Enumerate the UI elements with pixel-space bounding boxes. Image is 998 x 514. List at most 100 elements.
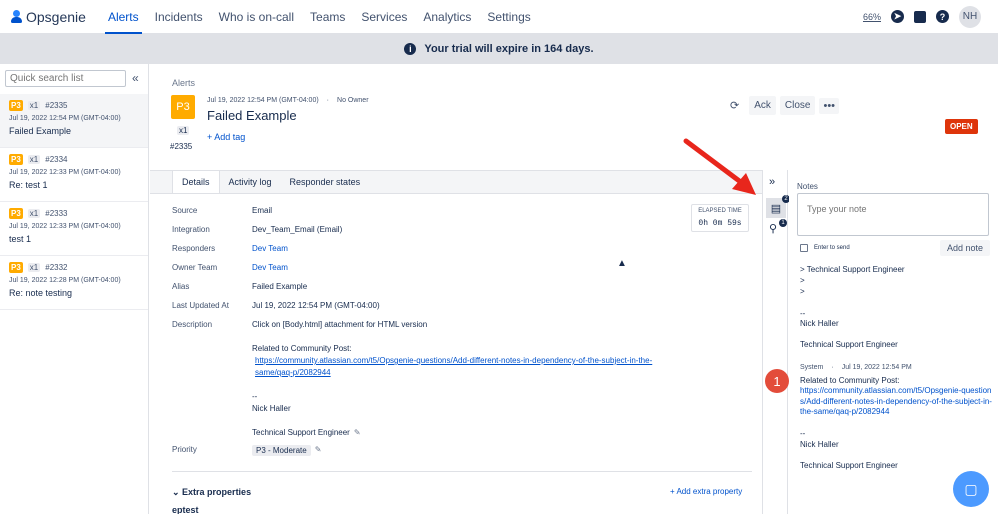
responders-link[interactable]: Dev Team xyxy=(252,244,288,253)
avatar[interactable]: NH xyxy=(959,5,981,28)
chat-icon[interactable]: ▢ xyxy=(953,471,989,507)
enter-to-send[interactable]: Enter to send xyxy=(800,244,850,252)
list-item[interactable]: P3 x1 #2335 Jul 19, 2022 12:54 PM (GMT-04:… xyxy=(0,94,148,148)
zoom-level[interactable]: 66% xyxy=(863,12,881,22)
nav-alerts[interactable]: Alerts xyxy=(100,0,147,34)
elapsed-value: 0h 0m 59s xyxy=(698,219,742,228)
close-button[interactable]: Close xyxy=(779,96,816,115)
tab-responder-states[interactable]: Responder states xyxy=(281,171,370,193)
chevron-down-icon: ⌄ xyxy=(172,487,183,497)
list-item[interactable]: P3 x1 #2333 Jul 19, 2022 12:33 PM (GMT-04:… xyxy=(0,202,148,256)
edit-pencil-icon[interactable]: ✎ xyxy=(315,445,322,456)
enter-to-send-label: Enter to send xyxy=(814,245,850,251)
nav-analytics[interactable]: Analytics xyxy=(415,0,479,34)
nav-right-tools: 66% ➤ ? NH xyxy=(863,5,981,28)
list-item[interactable]: P3 x1 #2332 Jul 19, 2022 12:28 PM (GMT-04:… xyxy=(0,256,148,310)
note-author: System xyxy=(800,364,824,371)
collapse-panel-icon[interactable]: » xyxy=(769,176,783,190)
tab-details[interactable]: Details xyxy=(172,171,220,193)
mouse-cursor-icon: ▲ xyxy=(617,258,627,269)
refresh-icon[interactable]: ⟳ xyxy=(730,99,739,112)
count-badge: x1 xyxy=(27,101,41,110)
alert-meta: Jul 19, 2022 12:54 PM (GMT-04:00) · No O… xyxy=(207,97,369,104)
notes-panel: Notes Enter to send Add note > Technical… xyxy=(789,170,998,514)
note-meta: System · Jul 19, 2022 12:54 PM xyxy=(800,364,912,371)
nav-teams[interactable]: Teams xyxy=(302,0,353,34)
elapsed-label: ELAPSED TIME xyxy=(698,208,742,214)
count-badge: x1 xyxy=(27,263,41,272)
priority-value[interactable]: P3 - Moderate xyxy=(252,445,311,456)
status-badge: OPEN xyxy=(945,119,978,134)
integration-value: Dev_Team_Email (Email) xyxy=(252,225,343,234)
source-value: Email xyxy=(252,206,273,215)
field-label: Last Updated At xyxy=(172,301,229,310)
note-line: Technical Support Engineer xyxy=(800,340,898,349)
attachment-icon[interactable]: ⚲ 1 xyxy=(769,219,787,236)
collapse-left-icon[interactable]: « xyxy=(132,71,139,85)
field-label: Integration xyxy=(172,225,210,234)
add-extra-property-link[interactable]: + Add extra property xyxy=(670,487,742,496)
tab-activity-log[interactable]: Activity log xyxy=(220,171,281,193)
community-link[interactable]: https://community.atlassian.com/t5/Opsge… xyxy=(255,356,652,365)
elapsed-time: ELAPSED TIME 0h 0m 59s xyxy=(691,204,749,232)
nav-services[interactable]: Services xyxy=(353,0,415,34)
note-line: > xyxy=(800,276,805,285)
alert-id: #2335 xyxy=(45,101,68,110)
note-line: Nick Haller xyxy=(800,440,839,449)
note-line: Related to Community Post: xyxy=(800,376,900,385)
meta-separator: · xyxy=(831,364,834,371)
app-switcher-icon[interactable] xyxy=(914,10,926,23)
compass-icon[interactable]: ➤ xyxy=(891,10,904,23)
add-note-button[interactable]: Add note xyxy=(940,240,991,256)
opsgenie-logo-icon xyxy=(11,10,22,23)
alert-date: Jul 19, 2022 12:33 PM (GMT-04:00) xyxy=(9,169,121,176)
more-actions-icon[interactable]: ••• xyxy=(819,97,840,114)
community-link-cont[interactable]: same/qaq-p/2082944 xyxy=(255,368,331,377)
alert-id: #2333 xyxy=(45,209,68,218)
notes-icon[interactable]: ▤ 2 xyxy=(766,195,790,218)
field-label: Alias xyxy=(172,282,190,291)
nav-who-is-on-call[interactable]: Who is on-call xyxy=(211,0,302,34)
quick-search-input[interactable] xyxy=(5,70,126,87)
annotation-marker: 1 xyxy=(765,369,789,393)
alert-id: #2335 xyxy=(170,142,193,151)
field-label: Owner Team xyxy=(172,263,218,272)
breadcrumb[interactable]: Alerts xyxy=(172,78,195,88)
count-badge: x1 xyxy=(27,209,41,218)
add-tag-link[interactable]: + Add tag xyxy=(207,132,245,142)
nav-incidents[interactable]: Incidents xyxy=(147,0,211,34)
note-input[interactable] xyxy=(797,193,989,236)
info-icon: i xyxy=(404,43,417,55)
note-line: Technical Support Engineer xyxy=(800,461,898,470)
attachment-count-badge: 1 xyxy=(779,219,787,227)
owner-team-link[interactable]: Dev Team xyxy=(252,263,288,272)
priority-badge: P3 xyxy=(9,154,23,165)
field-label: Description xyxy=(172,320,213,329)
alert-list: P3 x1 #2335 Jul 19, 2022 12:54 PM (GMT-04:… xyxy=(0,94,148,310)
list-item[interactable]: P3 x1 #2334 Jul 19, 2022 12:33 PM (GMT-04:… xyxy=(0,148,148,202)
note-date: Jul 19, 2022 12:54 PM xyxy=(841,364,912,371)
alert-id: #2334 xyxy=(45,155,68,164)
alert-id: #2332 xyxy=(45,263,68,272)
brand-name: Opsgenie xyxy=(26,8,86,25)
note-line: -- xyxy=(800,309,806,318)
alias-value: Failed Example xyxy=(252,282,308,291)
note-line: Nick Haller xyxy=(800,319,839,328)
logo[interactable]: Opsgenie xyxy=(11,9,86,25)
help-icon[interactable]: ? xyxy=(936,10,949,23)
enter-to-send-checkbox[interactable] xyxy=(800,244,808,252)
field-label: Responders xyxy=(172,244,216,253)
field-label: Priority xyxy=(172,445,197,454)
ack-button[interactable]: Ack xyxy=(749,96,776,115)
priority-badge: P3 xyxy=(9,100,23,111)
note-link[interactable]: https://community.atlassian.com/t5/Opsge… xyxy=(800,386,992,418)
page-title: Failed Example xyxy=(207,108,297,123)
note-line: -- xyxy=(800,429,806,438)
nav-settings[interactable]: Settings xyxy=(479,0,538,34)
priority-badge: P3 xyxy=(171,95,195,119)
extra-properties-toggle[interactable]: ⌄ Extra properties xyxy=(172,487,251,498)
description-line: -- xyxy=(252,392,258,401)
alert-date: Jul 19, 2022 12:33 PM (GMT-04:00) xyxy=(9,223,121,230)
alert-title: Re: test 1 xyxy=(9,180,48,190)
edit-pencil-icon[interactable]: ✎ xyxy=(354,428,361,437)
